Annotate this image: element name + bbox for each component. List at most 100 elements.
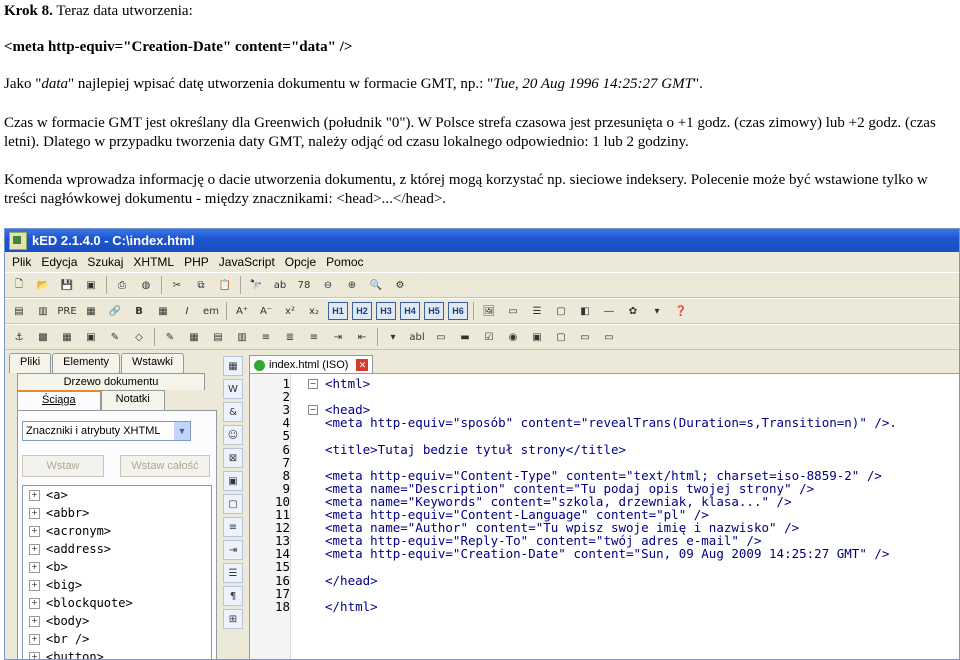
- subscript-icon[interactable]: x₂: [305, 302, 323, 320]
- reset-button-icon[interactable]: ▭: [576, 328, 594, 346]
- plus-icon[interactable]: ⊞: [223, 609, 243, 629]
- menu-javascript[interactable]: JavaScript: [214, 255, 280, 269]
- paragraph-icon[interactable]: ▦: [82, 302, 100, 320]
- menu-pomoc[interactable]: Pomoc: [321, 255, 368, 269]
- superscript-icon[interactable]: x²: [281, 302, 299, 320]
- list-icon[interactable]: ☰: [528, 302, 546, 320]
- menu-xhtml[interactable]: XHTML: [128, 255, 179, 269]
- copy-icon[interactable]: ⧉: [192, 276, 210, 294]
- code-editor[interactable]: 1−<html>23−<head>4<meta http-equiv="spos…: [249, 373, 960, 660]
- align-center-icon[interactable]: ≣: [281, 328, 299, 346]
- search-web-icon[interactable]: 🔍: [367, 276, 385, 294]
- h5-icon[interactable]: H5: [424, 302, 444, 320]
- list-item[interactable]: +<big>: [23, 576, 211, 594]
- text-field-icon[interactable]: abl: [408, 328, 426, 346]
- expand-icon[interactable]: +: [29, 526, 40, 537]
- table-icon[interactable]: ▦: [154, 302, 172, 320]
- list-item[interactable]: +<br />: [23, 630, 211, 648]
- tab-wstawki[interactable]: Wstawki: [121, 353, 184, 373]
- list-item[interactable]: +<body>: [23, 612, 211, 630]
- align-left-icon[interactable]: ≡: [257, 328, 275, 346]
- form-icon[interactable]: ▭: [504, 302, 522, 320]
- close-doc-icon[interactable]: ⊠: [223, 448, 243, 468]
- save-icon[interactable]: 💾: [58, 276, 76, 294]
- dropdown-icon[interactable]: ▾: [648, 302, 666, 320]
- list-item[interactable]: +<acronym>: [23, 522, 211, 540]
- chevron-down-icon[interactable]: ▼: [174, 422, 190, 440]
- replace-icon[interactable]: ab: [271, 276, 289, 294]
- anchor-icon[interactable]: ⚓: [10, 328, 28, 346]
- insert-button[interactable]: Wstaw: [22, 455, 104, 477]
- h1-icon[interactable]: H1: [328, 302, 348, 320]
- insert-all-button[interactable]: Wstaw całość: [120, 455, 210, 477]
- color-table-icon[interactable]: ▦: [58, 328, 76, 346]
- link-icon[interactable]: 🔗: [106, 302, 124, 320]
- expand-icon[interactable]: +: [29, 508, 40, 519]
- h4-icon[interactable]: H4: [400, 302, 420, 320]
- div-icon[interactable]: ▥: [34, 302, 52, 320]
- tag-icon[interactable]: ◇: [130, 328, 148, 346]
- editor-tab[interactable]: index.html (ISO) ✕: [249, 355, 373, 374]
- script-icon[interactable]: ▣: [82, 328, 100, 346]
- menu-szukaj[interactable]: Szukaj: [82, 255, 128, 269]
- list-item[interactable]: +<a>: [23, 486, 211, 504]
- save-all-icon[interactable]: ▣: [82, 276, 100, 294]
- paste-icon[interactable]: 📋: [216, 276, 234, 294]
- fold-icon[interactable]: −: [308, 379, 318, 389]
- map-icon[interactable]: ▩: [34, 328, 52, 346]
- tab-drzewo-dokumentu[interactable]: Drzewo dokumentu: [17, 373, 205, 390]
- image-field-icon[interactable]: ▣: [528, 328, 546, 346]
- font-smaller-icon[interactable]: A⁻: [257, 302, 275, 320]
- column-insert-icon[interactable]: ▥: [233, 328, 251, 346]
- expand-icon[interactable]: +: [29, 562, 40, 573]
- smiley-icon[interactable]: ☺: [223, 425, 243, 445]
- select-field-icon[interactable]: ▾: [384, 328, 402, 346]
- special-chars-icon[interactable]: ✿: [624, 302, 642, 320]
- list-item[interactable]: +<b>: [23, 558, 211, 576]
- expand-icon[interactable]: +: [29, 598, 40, 609]
- open-folder-icon[interactable]: 📂: [34, 276, 52, 294]
- outdent-icon[interactable]: ⇤: [353, 328, 371, 346]
- close-icon[interactable]: ✕: [356, 359, 368, 371]
- expand-icon[interactable]: +: [29, 634, 40, 645]
- em-icon[interactable]: em: [202, 302, 220, 320]
- ampersand-icon[interactable]: &: [223, 402, 243, 422]
- submit-button-icon[interactable]: ▭: [600, 328, 618, 346]
- menu-plik[interactable]: Plik: [7, 255, 36, 269]
- checkbox-icon[interactable]: ☑: [480, 328, 498, 346]
- expand-icon[interactable]: +: [29, 616, 40, 627]
- format-icon[interactable]: ⇥: [223, 540, 243, 560]
- comment-icon[interactable]: ✎: [106, 328, 124, 346]
- zoom-in-icon[interactable]: ⊕: [343, 276, 361, 294]
- goto-line-icon[interactable]: 78: [295, 276, 313, 294]
- browser-preview-icon[interactable]: ◍: [137, 276, 155, 294]
- font-larger-icon[interactable]: A⁺: [233, 302, 251, 320]
- doc-edit-icon[interactable]: ✎: [161, 328, 179, 346]
- list-item[interactable]: +<blockquote>: [23, 594, 211, 612]
- pre-icon[interactable]: PRE: [58, 302, 76, 320]
- html-doc-icon[interactable]: ▤: [10, 302, 28, 320]
- word-icon[interactable]: W: [223, 379, 243, 399]
- indent-icon[interactable]: ⇥: [329, 328, 347, 346]
- h2-icon[interactable]: H2: [352, 302, 372, 320]
- new-file-icon[interactable]: 🗋: [10, 276, 28, 294]
- textarea-icon[interactable]: ▭: [432, 328, 450, 346]
- layer-icon[interactable]: ◧: [576, 302, 594, 320]
- radio-icon[interactable]: ◉: [504, 328, 522, 346]
- align-icon[interactable]: ≡: [223, 517, 243, 537]
- table-insert-icon[interactable]: ▦: [185, 328, 203, 346]
- align-right-icon[interactable]: ≡: [305, 328, 323, 346]
- cut-icon[interactable]: ✂: [168, 276, 186, 294]
- button-field-icon[interactable]: ▬: [456, 328, 474, 346]
- zoom-out-icon[interactable]: ⊖: [319, 276, 337, 294]
- row-insert-icon[interactable]: ▤: [209, 328, 227, 346]
- tab-sciaga[interactable]: Ściąga: [17, 390, 101, 410]
- menu-php[interactable]: PHP: [179, 255, 214, 269]
- h3-icon[interactable]: H3: [376, 302, 396, 320]
- list-item[interactable]: +<button>: [23, 648, 211, 660]
- settings-icon[interactable]: ⚙: [391, 276, 409, 294]
- list-item[interactable]: +<abbr>: [23, 504, 211, 522]
- expand-icon[interactable]: +: [29, 544, 40, 555]
- frame-icon[interactable]: ▢: [552, 302, 570, 320]
- image-icon[interactable]: 🖼: [480, 302, 498, 320]
